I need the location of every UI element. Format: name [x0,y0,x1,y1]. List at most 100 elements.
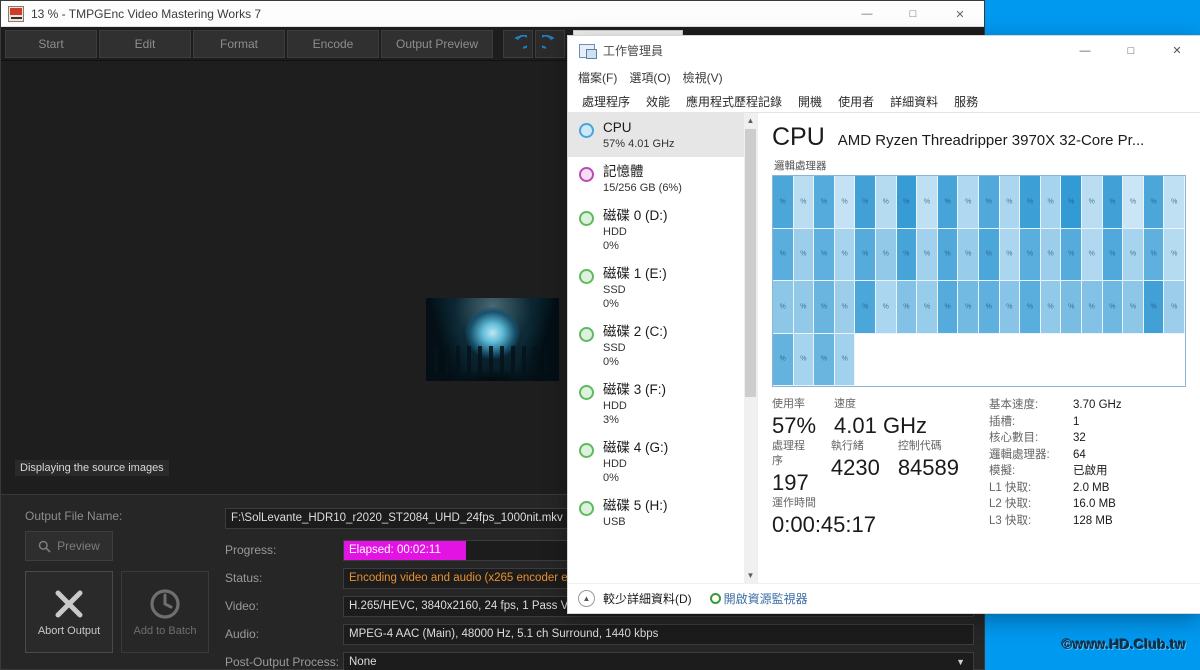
logical-processor-cell: % [834,281,856,334]
cpu-stats-row-3: 運作時間 0:00:45:17 [772,496,977,538]
processes-label: 處理程序 [772,440,805,467]
sidebar-item-sub2: 3% [603,414,619,426]
sidebar-item-3[interactable]: 磁碟 1 (E:) SSD 0% [568,259,744,317]
chevron-up-circle-icon[interactable]: ▲ [578,590,595,607]
sidebar-item-6[interactable]: 磁碟 4 (G:) HDD 0% [568,433,744,491]
sidebar-item-2[interactable]: 磁碟 0 (D:) HDD 0% [568,201,744,259]
cpu-detail-value: 16.0 MB [1073,498,1116,510]
sidebar-item-1[interactable]: 記憶體 15/256 GB (6%) [568,157,744,201]
fewer-details-label[interactable]: 較少詳細資料(D) [603,590,692,607]
chevron-up-icon[interactable]: ▲ [744,113,757,128]
logical-processor-cell: % [896,176,918,229]
menu-view[interactable]: 檢視(V) [683,69,723,86]
logical-processor-marker-icon: % [862,303,869,311]
tab-edit[interactable]: Edit [99,29,191,58]
tab-encode[interactable]: Encode [287,29,379,58]
tab-format[interactable]: Format [193,29,285,58]
sidebar-item-5[interactable]: 磁碟 3 (F:) HDD 3% [568,375,744,433]
sidebar-scrollbar[interactable]: ▲ ▼ [744,113,757,583]
cpu-detail-row: L1 快取: 2.0 MB [989,480,1186,497]
logical-processor-marker-icon: % [923,198,931,206]
task-manager-maximize-button[interactable]: □ [1108,36,1154,65]
sidebar-item-0[interactable]: CPU 57% 4.01 GHz [568,113,744,157]
tab-output-preview[interactable]: Output Preview [381,29,494,58]
logical-processor-marker-icon: % [820,355,828,363]
logical-processors-graph[interactable]: %%%%%%%%%%%%%%%%%%%%%%%%%%%%%%%%%%%%%%%%… [772,175,1186,387]
task-manager-minimize-button[interactable]: — [1062,36,1108,65]
sidebar-item-4[interactable]: 磁碟 2 (C:) SSD 0% [568,317,744,375]
task-manager-close-button[interactable]: ✕ [1154,36,1200,65]
logical-processor-cell: % [1020,176,1041,229]
logical-processor-cell-empty [1061,333,1082,386]
tab-processes[interactable]: 處理程序 [574,90,639,112]
logical-processor-marker-icon: % [985,198,992,206]
logical-processor-cell: % [937,176,959,229]
tab-performance[interactable]: 效能 [638,90,678,112]
logical-processor-cell: % [1102,281,1124,334]
tab-users[interactable]: 使用者 [830,90,882,112]
sidebar-item-indicator-icon [579,327,594,342]
logical-processor-marker-icon: % [1109,198,1116,206]
sidebar-item-indicator-icon [579,269,594,284]
undo-icon[interactable] [503,29,534,58]
tmpgenc-minimize-button[interactable]: — [844,1,890,27]
logical-processor-cell: % [834,176,856,229]
preview-button[interactable]: Preview [25,531,113,561]
sidebar-item-7[interactable]: 磁碟 5 (H:) USB [568,491,744,535]
logical-processor-cell: % [1082,228,1103,281]
logical-processor-marker-icon: % [1026,303,1034,311]
tab-services[interactable]: 服務 [946,90,986,112]
chevron-down-icon[interactable]: ▼ [744,568,757,583]
resource-monitor-link[interactable]: 開啟資源監視器 [709,590,808,607]
logical-processors-label: 邏輯處理器 [774,160,827,172]
audio-value: MPEG-4 AAC (Main), 48000 Hz, 5.1 ch Surr… [343,623,974,645]
utilization-stat: 使用率 57% [772,397,816,439]
tab-startup[interactable]: 開機 [790,90,830,112]
logical-processor-cell-empty [1143,333,1165,386]
sidebar-item-sub1: HDD [603,400,627,412]
tmpgenc-window-title: 13 % - TMPGEnc Video Mastering Works 7 [31,6,262,21]
audio-label: Audio: [225,627,260,641]
logical-processor-cell-empty [855,333,876,386]
logical-processor-cell: % [773,176,794,229]
cpu-detail-value: 32 [1073,432,1086,444]
output-left-column: Output File Name: Preview Abort Output A… [15,503,215,659]
redo-icon[interactable] [535,29,566,58]
logical-processor-cell: % [1164,228,1185,281]
abort-output-button[interactable]: Abort Output [25,571,113,653]
logical-processor-cell: % [917,281,938,334]
logical-processor-marker-icon: % [965,303,972,311]
logical-processor-cell: % [999,228,1021,281]
logical-processor-marker-icon: % [1109,250,1116,258]
logical-processor-marker-icon: % [1129,250,1137,258]
logical-processor-cell: % [1143,176,1165,229]
logical-processor-marker-icon: % [841,303,848,311]
scrollbar-thumb[interactable] [745,129,756,397]
tab-app-history[interactable]: 應用程式歷程記錄 [678,90,790,112]
tmpgenc-maximize-button[interactable]: □ [890,1,936,27]
logical-processor-cell: % [1102,176,1124,229]
logical-processor-marker-icon: % [1047,250,1054,258]
logical-processor-cell: % [958,176,979,229]
cpu-detail-row: 基本速度: 3.70 GHz [989,397,1186,414]
logical-processor-marker-icon: % [841,355,848,363]
tmpgenc-close-button[interactable]: ✕ [936,1,984,27]
search-icon [38,540,51,553]
logical-processor-cell: % [855,281,876,334]
logical-processor-cell: % [1143,228,1165,281]
task-manager-window: 工作管理員 — □ ✕ 檔案(F) 選項(O) 檢視(V) 處理程序 效能 應用… [568,36,1200,613]
logical-processor-marker-icon: % [1109,303,1116,311]
tab-start[interactable]: Start [5,29,97,58]
logical-processor-cell: % [793,333,815,386]
logical-processor-marker-icon: % [985,250,992,258]
progress-label: Progress: [225,543,277,557]
menu-options[interactable]: 選項(O) [629,69,670,86]
menu-file[interactable]: 檔案(F) [578,69,617,86]
logical-processor-marker-icon: % [1150,198,1157,206]
tab-details[interactable]: 詳細資料 [882,90,946,112]
processes-value: 197 [772,470,809,495]
post-output-process-select[interactable]: None ▼ [343,651,974,670]
cpu-detail-value: 128 MB [1073,514,1113,527]
uptime-value: 0:00:45:17 [772,512,876,537]
add-to-batch-button[interactable]: Add to Batch [121,571,209,653]
